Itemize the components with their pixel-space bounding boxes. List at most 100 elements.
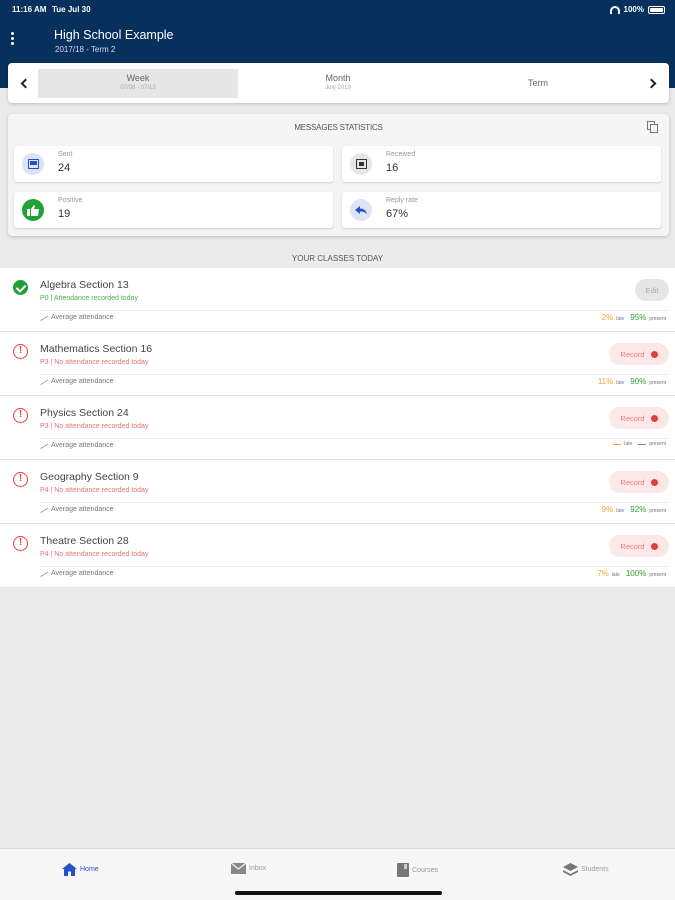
late-percent: 11% (597, 377, 614, 386)
nav-inbox-label: Inbox (249, 865, 267, 872)
average-attendance-label: Average attendance (51, 570, 114, 577)
tab-term[interactable]: Term (438, 69, 638, 98)
nav-students[interactable]: Students (563, 863, 609, 876)
tab-month-range: July 2019 (325, 85, 351, 91)
average-attendance: Average attendance (40, 567, 114, 578)
trend-icon (40, 503, 48, 514)
present-empty-dash (638, 444, 647, 445)
record-attendance-button[interactable]: Record (609, 471, 669, 493)
wifi-icon (609, 5, 620, 14)
average-attendance-label: Average attendance (51, 314, 114, 321)
nav-inbox[interactable]: Inbox (231, 863, 266, 874)
trend-icon (40, 439, 48, 450)
classes-section-title: YOUR CLASSES TODAY (291, 254, 384, 263)
trend-icon (40, 567, 48, 578)
stat-received-label: Received (386, 151, 416, 158)
alert-circle-icon (13, 472, 28, 487)
more-menu-icon[interactable] (11, 32, 15, 45)
present-label: present (649, 316, 666, 322)
present-label: present (649, 380, 666, 386)
class-row-mathematics[interactable]: Mathematics Section 16 P3 | No attendanc… (0, 332, 675, 396)
inbox-tray-icon (22, 153, 44, 175)
tab-month[interactable]: Month July 2019 (238, 69, 438, 98)
present-label: present (649, 508, 666, 514)
tab-week-label: Week (126, 73, 150, 83)
class-name: Algebra Section 13 (40, 279, 129, 291)
next-period-button[interactable] (643, 73, 663, 93)
checkmark-circle-icon (13, 280, 28, 295)
trend-icon (40, 311, 48, 322)
present-percent: 95% (630, 313, 647, 322)
stat-reply-rate-label: Reply rate (386, 197, 418, 204)
record-dot-icon (650, 414, 658, 422)
nav-courses[interactable]: Courses (397, 863, 438, 877)
copy-icon[interactable] (647, 121, 659, 133)
late-label: late (616, 316, 625, 322)
record-attendance-button[interactable]: Record (609, 535, 669, 557)
average-attendance-label: Average attendance (51, 378, 114, 385)
record-dot-icon (650, 350, 658, 358)
home-indicator[interactable] (235, 891, 442, 895)
nav-home[interactable]: Home (62, 863, 99, 876)
stat-reply-rate-value: 67% (386, 208, 409, 220)
present-percent: 90% (630, 377, 647, 386)
record-label: Record (620, 413, 645, 423)
class-row-algebra[interactable]: Algebra Section 13 P0 | Attendance recor… (0, 268, 675, 332)
tab-week[interactable]: Week 07/08 - 07/13 (38, 69, 238, 98)
home-icon (62, 863, 77, 876)
tab-month-label: Month (325, 73, 351, 83)
stat-received-value: 16 (386, 162, 399, 174)
attendance-stats: 9% late 92% present (602, 505, 669, 514)
record-label: Record (620, 477, 645, 487)
edit-attendance-button[interactable]: Edit (635, 279, 669, 301)
average-attendance-label: Average attendance (51, 442, 114, 449)
book-icon (397, 863, 409, 877)
term-label: 2017/18 - Term 2 (55, 45, 116, 54)
late-percent: 7% (597, 569, 609, 578)
stat-positive-value: 19 (58, 208, 71, 220)
attendance-note: P3 | No attendance recorded today (40, 423, 149, 430)
tab-term-label: Term (528, 78, 548, 88)
class-row-geography[interactable]: Geography Section 9 P4 | No attendance r… (0, 460, 675, 524)
attendance-stats: late present (613, 441, 669, 447)
class-name: Mathematics Section 16 (40, 343, 153, 355)
attendance-note: P3 | No attendance recorded today (40, 359, 149, 366)
late-label: late (616, 508, 625, 514)
stat-positive: Positive 19 (14, 192, 333, 228)
status-bar: 11:16 AM Tue Jul 30 100% (12, 5, 665, 17)
record-dot-icon (650, 542, 658, 550)
chevron-right-icon (646, 78, 657, 88)
class-row-theatre[interactable]: Theatre Section 28 P4 | No attendance re… (0, 524, 675, 588)
late-empty-dash (613, 444, 622, 445)
alert-circle-icon (13, 536, 28, 551)
stat-sent-value: 24 (58, 162, 71, 174)
class-name: Physics Section 24 (40, 407, 129, 419)
late-label: late (624, 441, 633, 447)
chevron-left-icon (20, 78, 31, 88)
class-list: Algebra Section 13 P0 | Attendance recor… (0, 268, 675, 588)
attendance-stats: 11% late 90% present (598, 377, 669, 386)
stat-positive-label: Positive (58, 197, 83, 204)
present-percent: 100% (625, 569, 647, 578)
stat-sent: Sent 24 (14, 146, 333, 182)
average-attendance: Average attendance (40, 439, 114, 450)
stat-received: Received 16 (342, 146, 661, 182)
record-label: Record (620, 349, 645, 359)
average-attendance: Average attendance (40, 375, 114, 386)
average-attendance: Average attendance (40, 503, 114, 514)
record-dot-icon (650, 478, 658, 486)
late-label: late (611, 572, 620, 578)
attendance-stats: 2% late 95% present (602, 313, 669, 322)
alert-circle-icon (13, 408, 28, 423)
class-row-physics[interactable]: Physics Section 24 P3 | No attendance re… (0, 396, 675, 460)
present-label: present (649, 441, 666, 447)
stat-sent-label: Sent (58, 151, 73, 158)
record-attendance-button[interactable]: Record (609, 343, 669, 365)
record-attendance-button[interactable]: Record (609, 407, 669, 429)
present-label: present (649, 572, 666, 578)
reply-icon (350, 199, 372, 221)
previous-period-button[interactable] (14, 73, 34, 93)
average-attendance: Average attendance (40, 311, 114, 322)
record-label: Record (620, 541, 645, 551)
nav-students-label: Students (581, 866, 609, 873)
